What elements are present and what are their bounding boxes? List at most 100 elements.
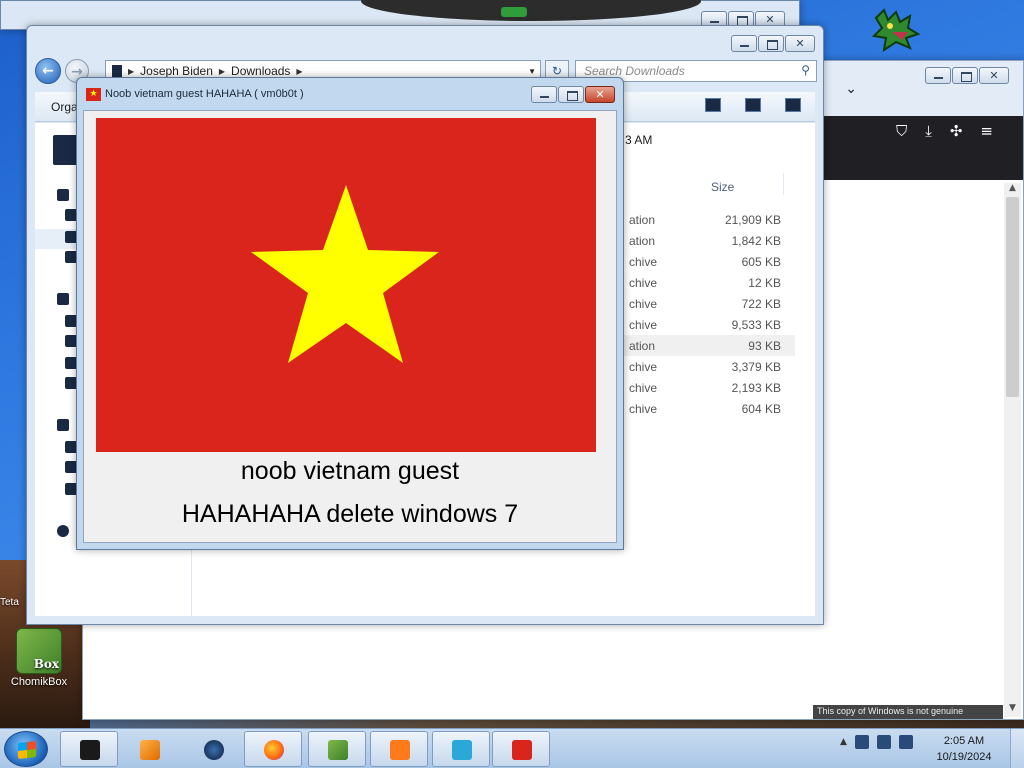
explorer-minimize-button[interactable]	[731, 35, 757, 52]
search-placeholder: Search Downloads	[584, 64, 685, 78]
clock-time: 2:05 AM	[943, 735, 985, 747]
network-icon[interactable]	[57, 525, 69, 537]
file-size: 604 KB	[741, 402, 781, 416]
desktop-icon-chomikbox[interactable]: Box ChomikBox	[6, 628, 72, 688]
prank-message-line-1: noob vietnam guest	[240, 457, 460, 485]
help-icon[interactable]	[785, 98, 801, 112]
explorer-caption-buttons	[731, 35, 815, 52]
table-row[interactable]: chive 9,533 KB	[595, 314, 795, 335]
file-type: ation	[629, 339, 656, 353]
libraries-icon[interactable]	[57, 293, 69, 305]
browser-minimize-button[interactable]	[925, 67, 951, 84]
clock-date: 10/19/2024	[936, 751, 992, 763]
breadcrumb-separator: ▶	[128, 66, 135, 76]
file-type: ation	[629, 234, 656, 248]
file-type: chive	[629, 297, 658, 311]
scroll-down-arrow[interactable]: ▼	[1004, 703, 1021, 717]
prank-client-area: noob vietnam guest HAHAHAHA delete windo…	[83, 110, 617, 543]
column-header-size[interactable]: Size	[711, 180, 734, 194]
taskbar-item-globe[interactable]	[184, 731, 242, 767]
volume-icon[interactable]	[898, 735, 913, 749]
gadget-shape	[361, 0, 701, 21]
file-size: 1,842 KB	[731, 234, 781, 248]
table-row-selected[interactable]: ation 93 KB	[595, 335, 795, 356]
prank-maximize-button[interactable]	[558, 86, 584, 103]
shield-icon	[390, 740, 410, 760]
vietnam-flag-image	[96, 118, 596, 452]
network-app-icon	[452, 740, 472, 760]
table-row[interactable]: chive 3,379 KB	[595, 356, 795, 377]
taskbar-item-firefox[interactable]	[244, 731, 302, 767]
details-time: 3 AM	[625, 133, 653, 147]
network-tray-icon[interactable]	[854, 735, 869, 749]
prank-close-button[interactable]	[585, 86, 615, 103]
taskbar: ▲ 2:05 AM 10/19/2024	[0, 728, 1024, 768]
browser-maximize-button[interactable]	[952, 67, 978, 84]
icon-badge: Box	[33, 657, 59, 671]
table-row[interactable]: chive 605 KB	[595, 251, 795, 272]
extensions-icon[interactable]: ✣	[950, 122, 963, 140]
taskbar-item-network[interactable]	[432, 731, 490, 767]
scroll-thumb[interactable]	[1006, 197, 1019, 397]
prank-caption-buttons	[531, 86, 615, 103]
browser-caption-buttons	[925, 67, 1009, 84]
file-type: chive	[629, 381, 658, 395]
window-title: Noob vietnam guest HAHAHA ( vm0b0t )	[105, 88, 304, 100]
prank-dialog-window: ★ Noob vietnam guest HAHAHA ( vm0b0t ) n…	[76, 77, 624, 550]
browser-close-button[interactable]	[979, 67, 1009, 84]
desktop-icon-label: ChomikBox	[10, 676, 68, 688]
vertical-scrollbar[interactable]: ▲ ▼	[1004, 183, 1021, 717]
change-view-icon[interactable]	[705, 98, 721, 112]
back-button[interactable]: ←	[35, 58, 61, 84]
table-row[interactable]: chive 722 KB	[595, 293, 795, 314]
organize-button[interactable]: Orga	[51, 100, 78, 114]
chevron-down-icon[interactable]: ⌄	[845, 81, 857, 97]
show-desktop-button[interactable]	[1010, 729, 1024, 768]
file-size: 2,193 KB	[731, 381, 781, 395]
windows-logo-icon	[18, 741, 36, 759]
column-divider	[783, 173, 784, 195]
menu-icon[interactable]: ≡	[980, 122, 993, 140]
preview-pane-icon[interactable]	[745, 98, 761, 112]
taskbar-item-explorer[interactable]	[60, 731, 118, 767]
file-type: chive	[629, 276, 658, 290]
file-type: chive	[629, 402, 658, 416]
table-row[interactable]: ation 1,842 KB	[595, 230, 795, 251]
taskbar-item-antivirus[interactable]	[370, 731, 428, 767]
download-icon[interactable]: ⤓	[925, 122, 932, 140]
file-size: 12 KB	[748, 276, 781, 290]
explorer-close-button[interactable]	[785, 35, 815, 52]
table-row[interactable]: ation 21,909 KB	[595, 209, 795, 230]
desktop-peek-label: Teta	[0, 597, 19, 608]
taskbar-item-media-player[interactable]	[120, 731, 178, 767]
file-size: 93 KB	[748, 339, 781, 353]
taskbar-item-prank[interactable]	[492, 731, 550, 767]
favorites-icon[interactable]	[57, 189, 69, 201]
file-size: 9,533 KB	[731, 318, 781, 332]
file-type: chive	[629, 318, 658, 332]
globe-icon	[204, 740, 224, 760]
taskbar-item-chomikbox[interactable]	[308, 731, 366, 767]
search-icon[interactable]: ⚲	[801, 63, 810, 77]
address-dropdown-icon[interactable]: ▼	[528, 67, 536, 76]
explorer-maximize-button[interactable]	[758, 35, 784, 52]
monitor-tray-icon[interactable]	[876, 735, 891, 749]
start-button[interactable]	[4, 731, 48, 767]
file-size: 21,909 KB	[724, 213, 781, 227]
clock[interactable]: 2:05 AM 10/19/2024	[930, 733, 998, 765]
table-row[interactable]: chive 2,193 KB	[595, 377, 795, 398]
prank-minimize-button[interactable]	[531, 86, 557, 103]
show-hidden-icons-arrow[interactable]: ▲	[840, 737, 847, 747]
scroll-up-arrow[interactable]: ▲	[1004, 183, 1021, 197]
table-row[interactable]: chive 604 KB	[595, 398, 795, 419]
file-rows: ation 21,909 KB ation 1,842 KB chive 605 KB…	[595, 209, 795, 419]
dragon-mascot-icon	[871, 8, 921, 52]
breadcrumb-item-downloads[interactable]: Downloads	[231, 64, 290, 78]
prank-message-line-2: HAHAHAHA delete windows 7	[181, 500, 519, 528]
file-type: ation	[629, 213, 656, 227]
table-row[interactable]: chive 12 KB	[595, 272, 795, 293]
computer-nav-icon[interactable]	[57, 419, 69, 431]
breadcrumb-item-user[interactable]: Joseph Biden	[140, 64, 213, 78]
breadcrumb-separator: ▶	[218, 66, 226, 76]
pocket-icon[interactable]: ⛉	[896, 122, 907, 140]
